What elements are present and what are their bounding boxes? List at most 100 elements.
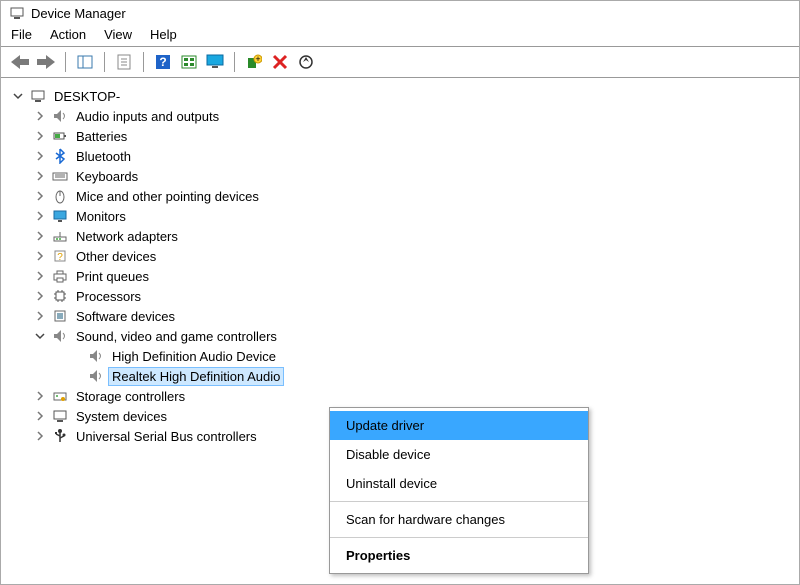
computer-icon	[29, 87, 47, 105]
tree-child-item-selected[interactable]: Realtek High Definition Audio	[11, 366, 789, 386]
menu-view[interactable]: View	[104, 27, 132, 42]
processor-icon	[51, 287, 69, 305]
back-button[interactable]	[9, 51, 31, 73]
other-icon: ?	[51, 247, 69, 265]
tree-item[interactable]: Audio inputs and outputs	[11, 106, 789, 126]
ctx-separator	[330, 537, 588, 538]
expand-icon[interactable]	[33, 229, 47, 243]
show-hide-tree-button[interactable]	[74, 51, 96, 73]
context-menu: Update driver Disable device Uninstall d…	[329, 407, 589, 574]
menu-file[interactable]: File	[11, 27, 32, 42]
tree-child-item[interactable]: High Definition Audio Device	[11, 346, 789, 366]
tree-item-label: Sound, video and game controllers	[73, 328, 280, 345]
toolbar-separator	[234, 52, 235, 72]
toolbar-separator	[65, 52, 66, 72]
collapse-icon[interactable]	[11, 89, 25, 103]
ctx-update-driver[interactable]: Update driver	[330, 411, 588, 440]
ctx-scan-hardware[interactable]: Scan for hardware changes	[330, 505, 588, 534]
tree-item-label: Monitors	[73, 208, 129, 225]
properties-button[interactable]	[113, 51, 135, 73]
tree-item[interactable]: Mice and other pointing devices	[11, 186, 789, 206]
help-button[interactable]: ?	[152, 51, 174, 73]
expand-icon[interactable]	[33, 129, 47, 143]
ctx-uninstall-device[interactable]: Uninstall device	[330, 469, 588, 498]
expand-icon[interactable]	[33, 189, 47, 203]
tree-item-label: System devices	[73, 408, 170, 425]
menubar: File Action View Help	[1, 25, 799, 46]
collapse-icon[interactable]	[33, 329, 47, 343]
tree-item[interactable]: Monitors	[11, 206, 789, 226]
system-icon	[51, 407, 69, 425]
app-icon	[9, 5, 25, 21]
ctx-disable-device[interactable]: Disable device	[330, 440, 588, 469]
tree-item[interactable]: Print queues	[11, 266, 789, 286]
tree-item[interactable]: Network adapters	[11, 226, 789, 246]
tree-item[interactable]: Software devices	[11, 306, 789, 326]
expand-icon[interactable]	[33, 289, 47, 303]
software-icon	[51, 307, 69, 325]
tree-root[interactable]: DESKTOP-	[11, 86, 789, 106]
tree-item-label: Universal Serial Bus controllers	[73, 428, 260, 445]
monitor-button[interactable]	[204, 51, 226, 73]
menu-action[interactable]: Action	[50, 27, 86, 42]
expand-icon[interactable]	[33, 429, 47, 443]
remove-button[interactable]	[269, 51, 291, 73]
tree-item[interactable]: Batteries	[11, 126, 789, 146]
tree-item-label: Network adapters	[73, 228, 181, 245]
tree-item-label: Other devices	[73, 248, 159, 265]
monitor-icon	[51, 207, 69, 225]
tree-item-label: Batteries	[73, 128, 130, 145]
battery-icon	[51, 127, 69, 145]
menu-help[interactable]: Help	[150, 27, 177, 42]
expand-icon[interactable]	[33, 409, 47, 423]
svg-text:?: ?	[57, 252, 63, 263]
device-tree: DESKTOP- Audio inputs and outputs Batter…	[1, 78, 799, 454]
tree-item-label: High Definition Audio Device	[109, 348, 279, 365]
titlebar: Device Manager	[1, 1, 799, 25]
add-hardware-button[interactable]: +	[243, 51, 265, 73]
bluetooth-icon	[51, 147, 69, 165]
storage-icon	[51, 387, 69, 405]
forward-button[interactable]	[35, 51, 57, 73]
tree-item[interactable]: Storage controllers	[11, 386, 789, 406]
tree-item[interactable]: Bluetooth	[11, 146, 789, 166]
speaker-icon	[87, 347, 105, 365]
tree-item[interactable]: Processors	[11, 286, 789, 306]
expand-icon[interactable]	[33, 169, 47, 183]
ctx-properties[interactable]: Properties	[330, 541, 588, 570]
view-devices-button[interactable]	[178, 51, 200, 73]
ctx-separator	[330, 501, 588, 502]
tree-item-label: Storage controllers	[73, 388, 188, 405]
expand-icon[interactable]	[33, 249, 47, 263]
network-icon	[51, 227, 69, 245]
tree-item-label: Print queues	[73, 268, 152, 285]
tree-item-label: Audio inputs and outputs	[73, 108, 222, 125]
svg-text:?: ?	[159, 55, 166, 69]
usb-icon	[51, 427, 69, 445]
scan-button[interactable]	[295, 51, 317, 73]
speaker-icon	[87, 367, 105, 385]
svg-text:+: +	[255, 54, 260, 64]
tree-item-label: Realtek High Definition Audio	[109, 368, 283, 385]
expand-icon[interactable]	[33, 269, 47, 283]
expand-icon[interactable]	[33, 389, 47, 403]
printer-icon	[51, 267, 69, 285]
tree-item-label: Mice and other pointing devices	[73, 188, 262, 205]
expand-icon[interactable]	[33, 209, 47, 223]
tree-item-label: Software devices	[73, 308, 178, 325]
keyboard-icon	[51, 167, 69, 185]
toolbar: ? +	[1, 46, 799, 78]
expand-icon[interactable]	[33, 149, 47, 163]
speaker-icon	[51, 107, 69, 125]
tree-root-label: DESKTOP-	[51, 88, 123, 105]
toolbar-separator	[104, 52, 105, 72]
tree-item-label: Processors	[73, 288, 144, 305]
speaker-icon	[51, 327, 69, 345]
mouse-icon	[51, 187, 69, 205]
tree-item-expanded[interactable]: Sound, video and game controllers	[11, 326, 789, 346]
expand-icon[interactable]	[33, 309, 47, 323]
tree-item[interactable]: Keyboards	[11, 166, 789, 186]
window-title: Device Manager	[31, 6, 126, 21]
tree-item[interactable]: ? Other devices	[11, 246, 789, 266]
expand-icon[interactable]	[33, 109, 47, 123]
